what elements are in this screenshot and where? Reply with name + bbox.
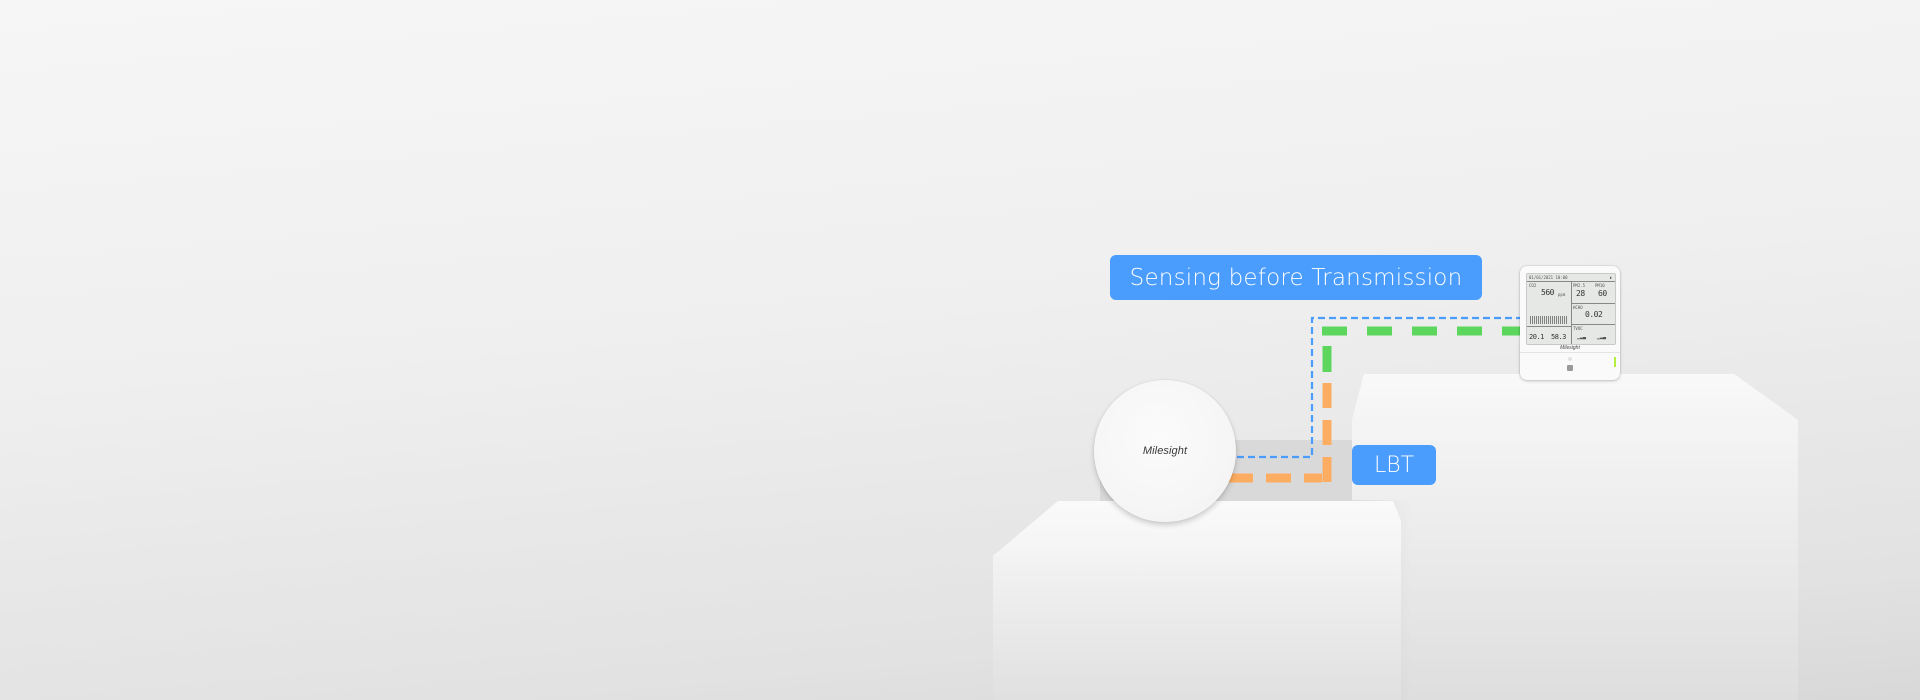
- pm10-label: PM10: [1595, 283, 1605, 288]
- device-base-divider: [1520, 352, 1620, 353]
- screen-datetime: 01/01/2021 10:00: [1529, 275, 1568, 280]
- light-level-icon: ▁▂▃: [1597, 334, 1607, 340]
- right-pedestal-top: [1352, 374, 1798, 420]
- temperature-value: 20.1: [1529, 333, 1544, 341]
- co2-value: 560: [1541, 288, 1554, 297]
- gateway-device: Milesight: [1094, 380, 1236, 522]
- hcho-value: 0.02: [1585, 310, 1603, 319]
- device-button: [1567, 365, 1573, 371]
- screen-divider: [1527, 326, 1571, 327]
- humidity-value: 58.3: [1551, 333, 1566, 341]
- lbt-illustration: Milesight 01/01/2021 10:00 ▮ CO2 560 ppm…: [0, 0, 1920, 700]
- co2-unit: ppm: [1558, 292, 1566, 297]
- pm25-label: PM2.5: [1573, 283, 1586, 288]
- co2-history-chart: [1530, 316, 1568, 324]
- screen-divider: [1571, 281, 1572, 344]
- tvoc-label: TVOC: [1573, 326, 1583, 331]
- status-led: [1614, 357, 1616, 367]
- screen-divider: [1571, 324, 1615, 325]
- device-brand-logo: Milesight: [1560, 345, 1580, 351]
- sensor-hole: [1568, 357, 1572, 361]
- screen-divider: [1571, 303, 1615, 304]
- lbt-label: LBT: [1352, 445, 1436, 485]
- device-screen: 01/01/2021 10:00 ▮ CO2 560 ppm PM2.5 PM1…: [1526, 273, 1616, 345]
- sensor-device: 01/01/2021 10:00 ▮ CO2 560 ppm PM2.5 PM1…: [1520, 266, 1620, 380]
- signal-icon: ▮: [1609, 275, 1612, 280]
- pm25-value: 28: [1576, 289, 1585, 298]
- pm10-value: 60: [1598, 289, 1607, 298]
- tvoc-level-icon: ▁▂▃: [1577, 334, 1587, 340]
- right-pedestal: [1352, 374, 1798, 700]
- co2-label: CO2: [1529, 283, 1537, 288]
- sensing-before-transmission-label: Sensing before Transmission: [1110, 255, 1482, 300]
- hcho-label: HCHO: [1573, 305, 1583, 310]
- gateway-brand-logo: Milesight: [1142, 445, 1188, 457]
